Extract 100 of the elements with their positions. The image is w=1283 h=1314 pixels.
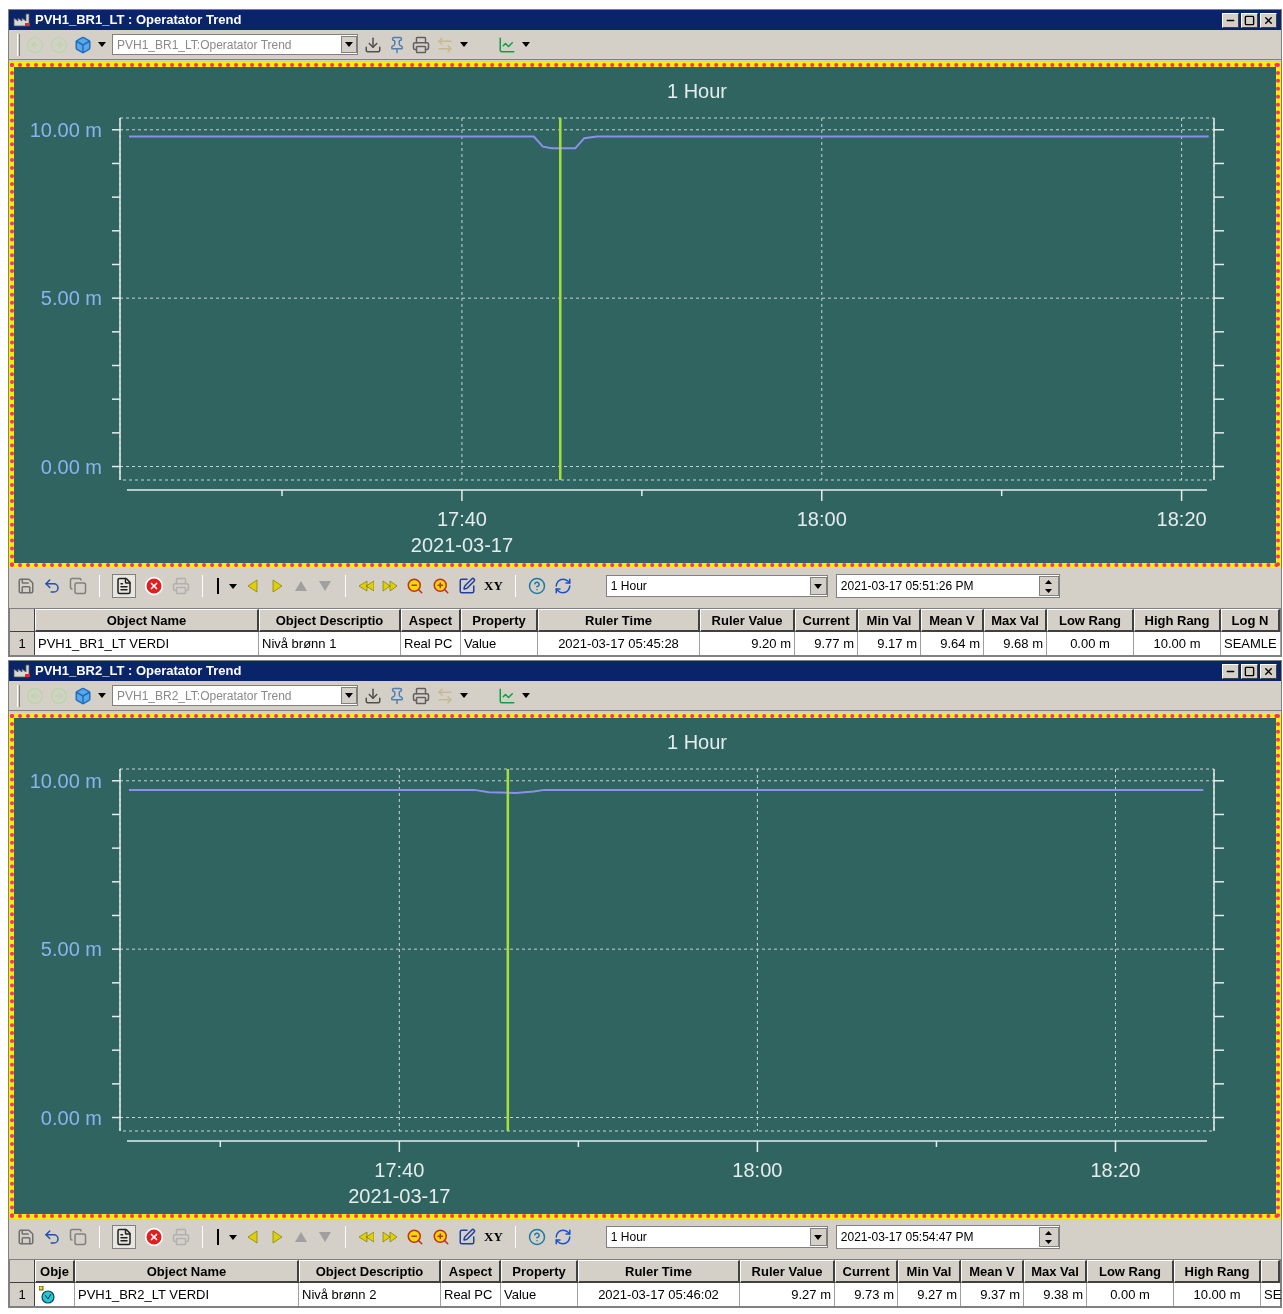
minimize-button[interactable] [1222, 663, 1239, 679]
pin-icon[interactable] [388, 686, 406, 705]
column-header[interactable]: Min Val [858, 609, 921, 632]
caret-icon[interactable] [229, 583, 237, 589]
column-header[interactable]: Ruler Time [578, 1260, 740, 1283]
column-header[interactable]: Aspect [441, 1260, 501, 1283]
save-icon[interactable] [17, 1228, 35, 1246]
copy-icon[interactable] [69, 577, 87, 595]
legend-toggle-button[interactable] [112, 574, 136, 598]
caret-icon[interactable] [460, 42, 468, 47]
column-header[interactable]: Mean V [921, 609, 984, 632]
column-header[interactable]: Ruler Value [700, 609, 795, 632]
legend-toggle-button[interactable] [112, 1225, 136, 1249]
printer-icon[interactable] [412, 35, 430, 54]
maximize-button[interactable] [1241, 12, 1258, 28]
zoom-in-icon[interactable] [432, 577, 450, 595]
column-header[interactable]: Object Name [75, 1260, 299, 1283]
caret-icon[interactable] [345, 42, 353, 47]
undo-icon[interactable] [43, 577, 61, 595]
window-title: PVH1_BR1_LT : Operatator Trend [35, 11, 243, 30]
copy-icon[interactable] [69, 1228, 87, 1246]
edit-chart-icon[interactable] [458, 577, 476, 595]
address-combo[interactable]: PVH1_BR2_LT:Operatator Trend [112, 685, 358, 706]
column-header[interactable]: Mean V [961, 1260, 1024, 1283]
fast-forward-icon[interactable] [382, 1229, 398, 1245]
save-icon[interactable] [17, 577, 35, 595]
caret-icon[interactable] [522, 693, 530, 698]
caret-icon[interactable] [814, 1234, 823, 1240]
column-header[interactable]: High Rang [1174, 1260, 1261, 1283]
printer-icon[interactable] [412, 686, 430, 705]
column-header[interactable]: Ruler Value [740, 1260, 835, 1283]
table-cell: SE [1261, 1283, 1283, 1306]
close-button[interactable] [1260, 663, 1277, 679]
column-header[interactable]: Low Rang [1047, 609, 1134, 632]
zoom-out-icon[interactable] [406, 1228, 424, 1246]
spin-buttons[interactable] [1038, 576, 1059, 596]
spin-buttons[interactable] [1038, 1227, 1059, 1247]
time-range-select[interactable]: 1 Hour [605, 1226, 828, 1248]
column-header[interactable]: Low Rang [1087, 1260, 1174, 1283]
ruler-line[interactable] [506, 769, 510, 1131]
column-header[interactable]: Ruler Time [538, 609, 700, 632]
xy-button[interactable]: XY [484, 576, 503, 596]
table-cell: SEAMLE [1221, 632, 1281, 655]
cube-icon[interactable] [74, 686, 92, 705]
table-cell: 9.27 m [740, 1283, 835, 1306]
column-header[interactable]: Object Descriptio [259, 609, 401, 632]
fast-forward-icon[interactable] [382, 578, 398, 594]
help-icon[interactable] [527, 577, 546, 595]
address-combo[interactable]: PVH1_BR1_LT:Operatator Trend [112, 34, 358, 55]
download-icon[interactable] [364, 35, 382, 54]
chart-icon[interactable] [498, 35, 516, 54]
table-cell: PVH1_BR1_LT VERDI [35, 632, 259, 655]
close-circle-icon[interactable] [144, 1227, 164, 1247]
column-header[interactable]: High Rang [1134, 609, 1221, 632]
caret-icon[interactable] [98, 693, 106, 698]
caret-icon[interactable] [522, 42, 530, 47]
caret-icon[interactable] [229, 1234, 237, 1240]
column-header[interactable]: Log N [1221, 609, 1280, 632]
undo-icon[interactable] [43, 1228, 61, 1246]
column-header[interactable]: Obje [35, 1260, 75, 1283]
row-header[interactable]: 1 [10, 632, 35, 655]
maximize-button[interactable] [1241, 663, 1258, 679]
column-header[interactable]: Current [795, 609, 858, 632]
zoom-in-icon[interactable] [432, 1228, 450, 1246]
caret-icon[interactable] [814, 583, 823, 589]
help-icon[interactable] [527, 1228, 546, 1246]
column-header[interactable]: Current [835, 1260, 898, 1283]
caret-icon[interactable] [345, 693, 353, 698]
column-header[interactable]: Property [461, 609, 538, 632]
pin-icon[interactable] [388, 35, 406, 54]
xy-button[interactable]: XY [484, 1227, 503, 1247]
time-range-select[interactable]: 1 Hour [605, 575, 828, 597]
column-header[interactable]: Max Val [984, 609, 1047, 632]
rewind-icon[interactable] [358, 578, 374, 594]
close-button[interactable] [1260, 12, 1277, 28]
refresh-icon[interactable] [553, 1228, 572, 1246]
rewind-icon[interactable] [358, 1229, 374, 1245]
cube-icon[interactable] [74, 35, 92, 54]
datetime-field[interactable]: 2021-03-17 05:54:47 PM [835, 1225, 1060, 1249]
close-circle-icon[interactable] [144, 576, 164, 596]
table-cell: 9.20 m [700, 632, 795, 655]
x-axis-label: 18:20 [1156, 508, 1207, 530]
zoom-out-icon[interactable] [406, 577, 424, 595]
column-header[interactable]: Min Val [898, 1260, 961, 1283]
column-header[interactable]: Property [501, 1260, 578, 1283]
download-icon[interactable] [364, 686, 382, 705]
column-header[interactable]: Object Descriptio [299, 1260, 441, 1283]
caret-icon[interactable] [460, 693, 468, 698]
table-cell: PVH1_BR2_LT VERDI [75, 1283, 299, 1306]
column-header[interactable]: Aspect [401, 609, 461, 632]
edit-chart-icon[interactable] [458, 1228, 476, 1246]
chart-icon[interactable] [498, 686, 516, 705]
datetime-field[interactable]: 2021-03-17 05:51:26 PM [835, 574, 1060, 598]
column-header[interactable] [1261, 1260, 1280, 1283]
refresh-icon[interactable] [553, 577, 572, 595]
column-header[interactable]: Max Val [1024, 1260, 1087, 1283]
minimize-button[interactable] [1222, 12, 1239, 28]
column-header[interactable]: Object Name [35, 609, 259, 632]
row-header[interactable]: 1 [10, 1283, 35, 1306]
caret-icon[interactable] [98, 42, 106, 47]
